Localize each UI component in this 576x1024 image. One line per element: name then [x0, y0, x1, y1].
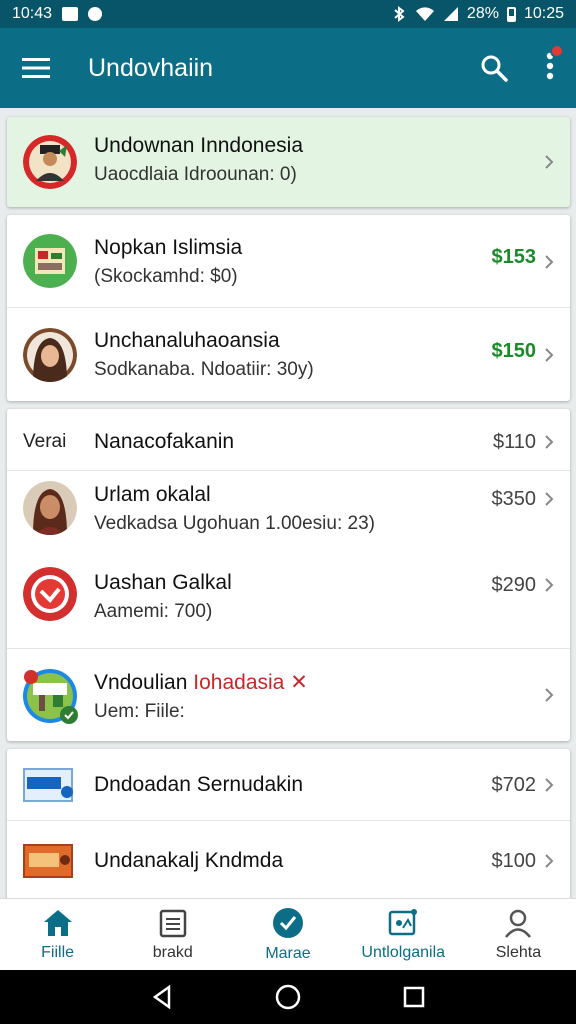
chevron-right-icon — [545, 155, 554, 169]
chevron-right-icon — [545, 854, 554, 868]
recents-icon[interactable] — [403, 986, 425, 1008]
item-price: $290 — [491, 574, 537, 596]
check-circle-icon — [273, 907, 303, 938]
document-icon — [159, 909, 187, 937]
chevron-right-icon — [545, 688, 554, 702]
chevron-right-icon — [545, 255, 554, 269]
system-navigation-bar — [0, 970, 576, 1024]
item-subtitle: (Skockamhd: $0) — [94, 266, 238, 287]
item-name: Undownan Inndonesia — [94, 134, 303, 157]
list-item[interactable]: Undownan Inndonesia Uaocdlaia Idroounan:… — [7, 117, 570, 207]
nav-item-profile[interactable]: Slehta — [461, 899, 576, 970]
list-item[interactable]: Uashan Galkal Aamemi: 700) $290 — [7, 559, 570, 649]
menu-icon[interactable] — [22, 57, 50, 79]
item-price: $702 — [491, 774, 537, 796]
row-label: Verai — [23, 431, 67, 452]
item-price: $153 — [491, 246, 537, 268]
person-icon — [505, 909, 532, 938]
avatar — [23, 669, 78, 724]
nav-label: Slehta — [495, 943, 542, 961]
nav-label: brakd — [152, 943, 193, 961]
item-subtitle: Vedkadsa Ugohuan 1.00esiu: 23) — [94, 513, 375, 534]
signal-icon — [443, 7, 458, 21]
product-box-icon — [23, 844, 73, 878]
list-item[interactable]: Undanakalj Kndmda $100 — [7, 821, 570, 893]
app-notification-icon — [88, 7, 103, 21]
highlighted-card: Undownan Inndonesia Uaocdlaia Idroounan:… — [7, 117, 570, 207]
home-icon — [43, 909, 72, 936]
search-icon[interactable] — [480, 54, 508, 82]
item-subtitle: Sodkanaba. Ndoatiir: 30y) — [94, 359, 314, 380]
image-box-icon — [388, 908, 418, 935]
mail-notification-icon — [62, 7, 79, 21]
item-name: Nanacofakanin — [94, 430, 235, 453]
nav-label: Marae — [265, 944, 311, 962]
avatar — [23, 481, 77, 535]
item-name: Undanakalj Kndmda — [94, 849, 284, 872]
app-bar: Undovhaiin — [0, 28, 576, 108]
app-title: Undovhaiin — [88, 53, 214, 82]
more-options-button[interactable] — [546, 43, 564, 85]
item-subtitle: Aamemi: 700) — [94, 601, 213, 622]
avatar — [23, 328, 77, 382]
item-subtitle: Uem: Fiile: — [94, 701, 185, 722]
avatar — [23, 135, 77, 189]
item-price: $150 — [491, 340, 537, 362]
chevron-right-icon — [545, 435, 554, 449]
nav-label: Untlolganila — [361, 943, 446, 961]
item-name: Unchanaluhaoansia — [94, 329, 280, 352]
home-circle-icon[interactable] — [275, 984, 301, 1010]
list-item[interactable]: Vndoulian Iohadasia ✕ Uem: Fiile: — [7, 649, 570, 741]
item-name: Dndoadan Sernudakin — [94, 773, 303, 796]
status-time-left: 10:43 — [12, 5, 53, 22]
nav-item-gallery[interactable]: Untlolganila — [346, 899, 461, 970]
item-price: $110 — [492, 431, 536, 453]
battery-icon — [506, 6, 516, 22]
nav-label: Fiille — [41, 943, 75, 961]
battery-percent: 28% — [466, 5, 499, 22]
notification-badge — [550, 43, 564, 58]
item-name-highlight: Iohadasia — [193, 671, 285, 694]
bottom-navigation: Fiille brakd Marae Untlolganila Slehta — [0, 898, 576, 970]
nav-item-home[interactable]: Fiille — [0, 899, 115, 970]
item-name: Nopkan Islimsia — [94, 236, 243, 259]
group-card: Verai Nanacofakanin $110 Urlam okalal Ve… — [7, 409, 570, 741]
chevron-right-icon — [545, 778, 554, 792]
list-item[interactable]: Dndoadan Sernudakin $702 — [7, 749, 570, 821]
status-bar: 10:43 28% 10:25 — [0, 0, 576, 28]
item-name: Urlam okalal — [94, 483, 211, 506]
chevron-right-icon — [545, 578, 554, 592]
close-icon: ✕ — [290, 671, 308, 694]
list-item[interactable]: Verai Nanacofakanin $110 — [7, 409, 570, 471]
group-card: Dndoadan Sernudakin $702 Undanakalj Kndm… — [7, 749, 570, 898]
chevron-right-icon — [545, 492, 554, 506]
item-price: $350 — [491, 488, 537, 510]
wifi-icon — [415, 7, 434, 21]
content-list: Undownan Inndonesia Uaocdlaia Idroounan:… — [0, 108, 576, 898]
status-time-right: 10:25 — [523, 5, 564, 22]
list-item[interactable]: Unchanaluhaoansia Sodkanaba. Ndoatiir: 3… — [7, 308, 570, 401]
list-item[interactable]: Urlam okalal Vedkadsa Ugohuan 1.00esiu: … — [7, 471, 570, 559]
group-card: Nopkan Islimsia (Skockamhd: $0) $153 Unc… — [7, 215, 570, 401]
item-name-part: Vndoulian — [94, 671, 188, 694]
item-name: Vndoulian Iohadasia ✕ — [94, 670, 460, 695]
bluetooth-icon — [394, 6, 405, 22]
nav-item-list[interactable]: brakd — [115, 899, 230, 970]
product-box-icon — [23, 768, 73, 802]
item-price: $100 — [491, 850, 537, 872]
avatar — [23, 234, 77, 288]
avatar — [23, 567, 77, 621]
chevron-right-icon — [545, 348, 554, 362]
back-icon[interactable] — [151, 985, 173, 1009]
nav-item-center[interactable]: Marae — [230, 899, 345, 970]
item-name: Uashan Galkal — [94, 571, 232, 594]
list-item[interactable]: Nopkan Islimsia (Skockamhd: $0) $153 — [7, 215, 570, 308]
item-subtitle: Uaocdlaia Idroounan: 0) — [94, 164, 297, 185]
